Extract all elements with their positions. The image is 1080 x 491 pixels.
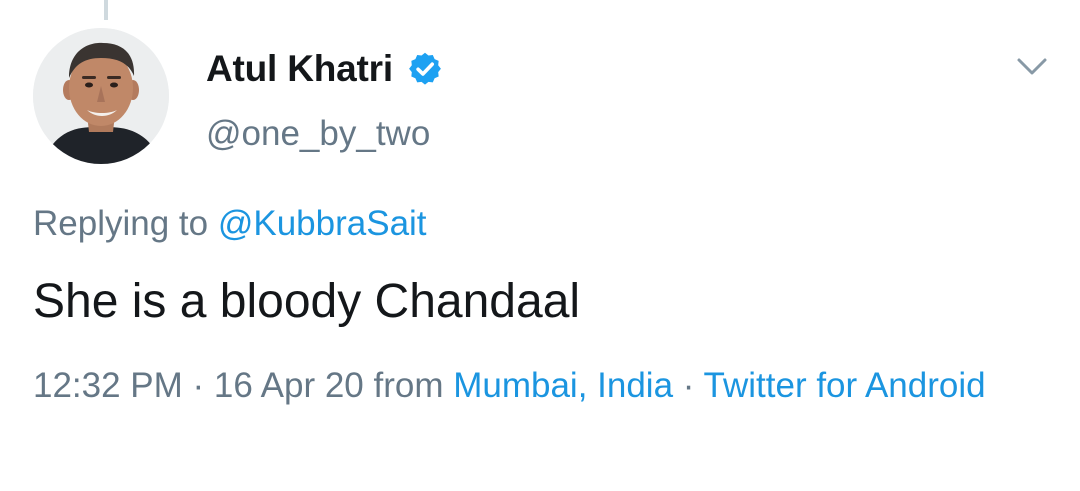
location-link[interactable]: Mumbai, India xyxy=(453,366,673,405)
meta-separator: · xyxy=(182,366,214,405)
avatar-photo xyxy=(33,28,169,164)
tweet-date: 16 Apr 20 xyxy=(213,366,364,405)
author-row: Atul Khatri xyxy=(206,44,443,94)
replying-to-line: Replying to @KubbraSait xyxy=(33,204,427,244)
tweet-text: She is a bloody Chandaal xyxy=(33,275,581,328)
from-label: from xyxy=(363,366,454,405)
source-app-link[interactable]: Twitter for Android xyxy=(704,366,986,405)
reply-mention-link[interactable]: @KubbraSait xyxy=(218,204,427,243)
author-name[interactable]: Atul Khatri xyxy=(206,48,393,90)
verified-badge-icon xyxy=(409,52,441,85)
replying-to-label: Replying to xyxy=(33,204,218,243)
thread-connector-line xyxy=(104,0,108,20)
tweet-time: 12:32 PM xyxy=(33,366,183,405)
chevron-down-icon[interactable] xyxy=(1014,52,1050,82)
meta-separator-2: · xyxy=(673,366,704,405)
tweet-metadata: 12:32 PM · 16 Apr 20 from Mumbai, India … xyxy=(33,358,1043,414)
author-handle[interactable]: @one_by_two xyxy=(206,114,430,154)
avatar[interactable] xyxy=(33,28,169,164)
